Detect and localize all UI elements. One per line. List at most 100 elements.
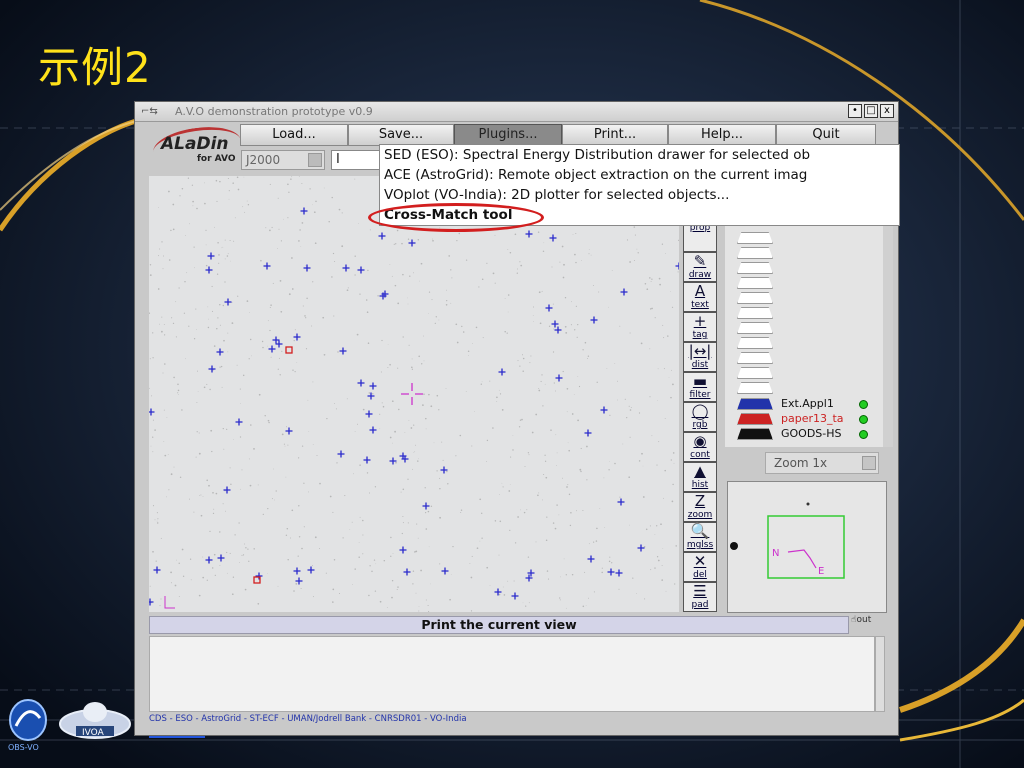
empty-plane[interactable] [737,337,773,349]
maximize-button[interactable]: □ [864,104,878,118]
tool-pad-button[interactable]: ☰ pad [683,582,717,612]
zoom-select[interactable]: Zoom 1x [765,452,879,474]
empty-plane[interactable] [737,352,773,364]
source-marker[interactable] [422,502,430,510]
source-marker[interactable] [293,567,301,575]
source-marker[interactable] [365,410,373,418]
out-button[interactable]: ☝out [851,615,885,635]
source-marker[interactable] [357,379,365,387]
source-marker[interactable] [205,556,213,564]
catalog-plane-icon[interactable] [737,398,773,410]
layer-visibility-toggle[interactable] [859,400,868,409]
source-marker[interactable] [549,234,557,242]
plugin-item-ace[interactable]: ACE (AstroGrid): Remote object extractio… [380,165,899,185]
source-marker[interactable] [205,266,213,274]
source-marker[interactable] [551,320,559,328]
source-marker[interactable] [408,239,416,247]
source-marker[interactable] [587,555,595,563]
save-button[interactable]: Save... [348,124,454,146]
source-marker[interactable] [637,544,645,552]
source-marker[interactable] [399,546,407,554]
source-marker[interactable] [403,568,411,576]
location-input[interactable]: I [331,150,381,170]
coordinate-frame-select[interactable]: J2000 [241,150,325,170]
source-marker[interactable] [207,252,215,260]
source-marker[interactable] [590,316,598,324]
source-marker[interactable] [153,566,161,574]
source-marker[interactable] [255,572,263,580]
layer-label[interactable]: Ext.Appl1 [781,397,834,410]
source-marker[interactable] [441,567,449,575]
source-marker[interactable] [600,406,608,414]
tool-prop-button[interactable]: prop [683,222,717,252]
tool-hist-button[interactable]: ▲ hist [683,462,717,492]
source-marker[interactable] [337,450,345,458]
source-marker[interactable] [367,392,375,400]
empty-plane[interactable] [737,307,773,319]
source-marker[interactable] [525,230,533,238]
source-marker[interactable] [440,466,448,474]
navigator-panel[interactable]: N E [727,481,887,613]
source-marker[interactable] [217,554,225,562]
source-marker[interactable] [235,418,243,426]
empty-plane[interactable] [737,262,773,274]
print-button[interactable]: Print... [562,124,668,146]
plugin-item-voplot[interactable]: VOplot (VO-India): 2D plotter for select… [380,185,899,205]
source-marker[interactable] [363,456,371,464]
tool-del-button[interactable]: ✕ del [683,552,717,582]
source-marker[interactable] [389,457,397,465]
source-marker[interactable] [675,262,680,270]
source-marker[interactable] [303,264,311,272]
layer-label[interactable]: GOODS-HS [781,427,842,440]
source-marker[interactable] [268,345,276,353]
source-marker[interactable] [263,262,271,270]
source-marker[interactable] [342,264,350,272]
source-marker[interactable] [620,288,628,296]
empty-plane[interactable] [737,292,773,304]
source-marker[interactable] [584,429,592,437]
layer-label[interactable]: paper13_ta [781,412,844,425]
source-marker[interactable] [369,426,377,434]
source-marker[interactable] [293,333,301,341]
source-marker[interactable] [223,486,231,494]
tool-mglss-button[interactable]: 🔍 mglss [683,522,717,552]
layer-visibility-toggle[interactable] [859,415,868,424]
layer-visibility-toggle[interactable] [859,430,868,439]
tool-text-button[interactable]: Atext [683,282,717,312]
catalog-plane-icon[interactable] [737,413,773,425]
plugin-item-sed[interactable]: SED (ESO): Spectral Energy Distribution … [380,145,899,165]
source-marker[interactable] [378,232,386,240]
source-marker[interactable] [216,348,224,356]
source-marker[interactable] [357,266,365,274]
console-scrollbar[interactable] [875,636,885,712]
empty-plane[interactable] [737,277,773,289]
close-button[interactable]: x [880,104,894,118]
source-marker[interactable] [615,569,623,577]
source-marker[interactable] [607,568,615,576]
minimize-button[interactable]: • [848,104,862,118]
source-marker[interactable] [545,304,553,312]
console-area[interactable] [149,636,875,712]
selected-source-marker[interactable] [285,346,293,354]
empty-plane[interactable] [737,382,773,394]
source-marker[interactable] [554,326,562,334]
tool-zoom-button[interactable]: Zzoom [683,492,717,522]
source-marker[interactable] [494,588,502,596]
sky-image-view[interactable] [149,176,679,612]
empty-plane[interactable] [737,322,773,334]
window-menu-icon[interactable]: ⌐⇆ [141,106,167,118]
source-marker[interactable] [149,598,154,606]
catalog-plane-icon[interactable] [737,428,773,440]
empty-plane[interactable] [737,367,773,379]
tool-dist-button[interactable]: |↔| dist [683,342,717,372]
plugins-button[interactable]: Plugins... [454,124,562,146]
source-marker[interactable] [369,382,377,390]
tool-filter-button[interactable]: ▬ filter [683,372,717,402]
layer-scrollbar[interactable] [883,222,893,447]
quit-button[interactable]: Quit [776,124,876,146]
source-marker[interactable] [339,347,347,355]
source-marker[interactable] [307,566,315,574]
source-marker[interactable] [224,298,232,306]
window-titlebar[interactable]: ⌐⇆ A.V.O demonstration prototype v0.9 • … [135,102,898,122]
source-marker[interactable] [208,365,216,373]
